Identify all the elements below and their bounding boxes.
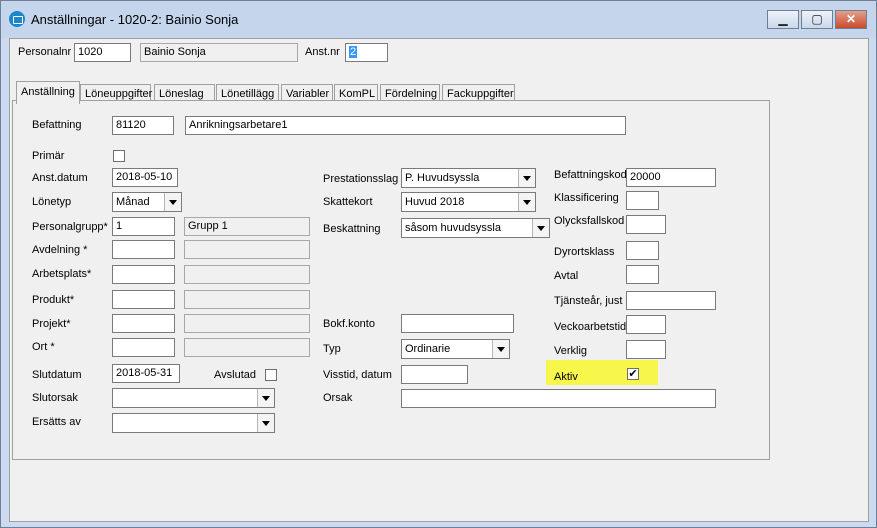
beskattning-value: såsom huvudsyssla	[405, 222, 501, 234]
lonetyp-value: Månad	[116, 196, 150, 208]
tab-anstallning[interactable]: Anställning	[16, 81, 80, 104]
prestationsslag-value: P. Huvudsyssla	[405, 172, 480, 184]
typ-select[interactable]: Ordinarie	[401, 339, 510, 359]
befattning-name-input[interactable]: Anrikningsarbetare1	[185, 116, 626, 135]
skattekort-select[interactable]: Huvud 2018	[401, 192, 536, 212]
anstnr-label: Anst.nr	[305, 46, 340, 58]
veckoarbetstid-input[interactable]	[626, 315, 666, 334]
arbetsplats-label: Arbetsplats*	[32, 268, 92, 280]
employee-name-field: Bainio Sonja	[140, 43, 298, 62]
tjanstear-label: Tjänsteår, just	[554, 295, 623, 307]
minimize-button[interactable]: ▁	[767, 10, 799, 29]
dyrortsklass-input[interactable]	[626, 241, 659, 260]
window-title: Anställningar - 1020-2: Bainio Sonja	[31, 12, 239, 27]
produkt-input[interactable]	[112, 290, 175, 309]
avtal-label: Avtal	[554, 270, 579, 282]
chevron-down-icon[interactable]	[164, 193, 181, 211]
tjanstear-input[interactable]	[626, 291, 716, 310]
anstdatum-input[interactable]: 2018-05-10	[112, 168, 178, 187]
veckoarbetstid-label: Veckoarbetstid	[554, 321, 627, 333]
visstid-label: Visstid, datum	[323, 369, 392, 381]
slutdatum-input[interactable]: 2018-05-31	[112, 364, 180, 383]
personalnr-input[interactable]: 1020	[74, 43, 131, 62]
personalgrupp-name-field: Grupp 1	[184, 217, 310, 236]
verklig-input[interactable]	[626, 340, 666, 359]
olycksfallskod-label: Olycksfallskod	[554, 215, 625, 227]
chevron-down-icon[interactable]	[532, 219, 549, 237]
chevron-down-icon[interactable]	[257, 414, 274, 432]
ersatts-av-label: Ersätts av	[32, 416, 81, 428]
projekt-name-field	[184, 314, 310, 333]
prestationsslag-label: Prestationsslag	[323, 173, 399, 185]
verklig-label: Verklig	[554, 345, 588, 357]
bokfkonto-input[interactable]	[401, 314, 514, 333]
personalgrupp-label: Personalgrupp*	[32, 221, 108, 233]
bokfkonto-label: Bokf.konto	[323, 318, 375, 330]
lonetyp-select[interactable]: Månad	[112, 192, 182, 212]
avdelning-label: Avdelning *	[32, 244, 88, 256]
aktiv-label: Aktiv	[554, 371, 578, 383]
olycksfallskod-input[interactable]	[626, 215, 666, 234]
avdelning-name-field	[184, 240, 310, 259]
ersatts-av-select[interactable]	[112, 413, 275, 433]
checkmark-icon: ✔	[628, 368, 638, 380]
app-icon	[9, 11, 25, 27]
slutdatum-label: Slutdatum	[32, 369, 82, 381]
befattningskod-input[interactable]: 20000	[626, 168, 716, 187]
skattekort-label: Skattekort	[323, 196, 373, 208]
orsak-label: Orsak	[323, 392, 353, 404]
chevron-down-icon[interactable]	[492, 340, 509, 358]
orsak-input[interactable]	[401, 389, 716, 408]
avdelning-input[interactable]	[112, 240, 175, 259]
lonetyp-label: Lönetyp	[32, 196, 72, 208]
personalnr-label: Personalnr	[18, 46, 72, 58]
ort-label: Ort *	[32, 341, 55, 353]
anstnr-input[interactable]: 2	[345, 43, 388, 62]
avslutad-checkbox[interactable]	[265, 369, 277, 381]
ort-input[interactable]	[112, 338, 175, 357]
prestationsslag-select[interactable]: P. Huvudsyssla	[401, 168, 536, 188]
maximize-button[interactable]: ▢	[801, 10, 833, 29]
produkt-name-field	[184, 290, 310, 309]
visstid-datum-input[interactable]	[401, 365, 468, 384]
chevron-down-icon[interactable]	[518, 169, 535, 187]
arbetsplats-name-field	[184, 265, 310, 284]
chevron-down-icon[interactable]	[257, 389, 274, 407]
aktiv-checkbox[interactable]: ✔	[627, 368, 639, 380]
typ-value: Ordinarie	[405, 343, 451, 355]
slutorsak-select[interactable]	[112, 388, 275, 408]
anstnr-value: 2	[349, 46, 358, 58]
main-window: Anställningar - 1020-2: Bainio Sonja ▁ ▢…	[0, 0, 877, 528]
chevron-down-icon[interactable]	[518, 193, 535, 211]
produkt-label: Produkt*	[32, 294, 75, 306]
befattning-label: Befattning	[32, 119, 82, 131]
avslutad-label: Avslutad	[214, 369, 256, 381]
avtal-input[interactable]	[626, 265, 659, 284]
ort-name-field	[184, 338, 310, 357]
projekt-label: Projekt*	[32, 318, 71, 330]
klassificering-label: Klassificering	[554, 192, 619, 204]
slutorsak-label: Slutorsak	[32, 392, 78, 404]
projekt-input[interactable]	[112, 314, 175, 333]
dyrortsklass-label: Dyrortsklass	[554, 246, 615, 258]
befattning-code-input[interactable]: 81120	[112, 116, 174, 135]
close-button[interactable]: ✕	[835, 10, 867, 29]
personalgrupp-code-input[interactable]: 1	[112, 217, 175, 236]
primar-label: Primär	[32, 150, 65, 162]
arbetsplats-input[interactable]	[112, 265, 175, 284]
skattekort-value: Huvud 2018	[405, 196, 465, 208]
klassificering-input[interactable]	[626, 191, 659, 210]
beskattning-label: Beskattning	[323, 223, 381, 235]
typ-label: Typ	[323, 343, 341, 355]
anstdatum-label: Anst.datum	[32, 172, 88, 184]
client-area: Personalnr 1020 Bainio Sonja Anst.nr 2 A…	[9, 38, 869, 522]
befattningskod-label: Befattningskod	[554, 169, 627, 181]
beskattning-select[interactable]: såsom huvudsyssla	[401, 218, 550, 238]
primar-checkbox[interactable]	[113, 150, 125, 162]
title-bar[interactable]: Anställningar - 1020-2: Bainio Sonja ▁ ▢…	[1, 1, 876, 38]
